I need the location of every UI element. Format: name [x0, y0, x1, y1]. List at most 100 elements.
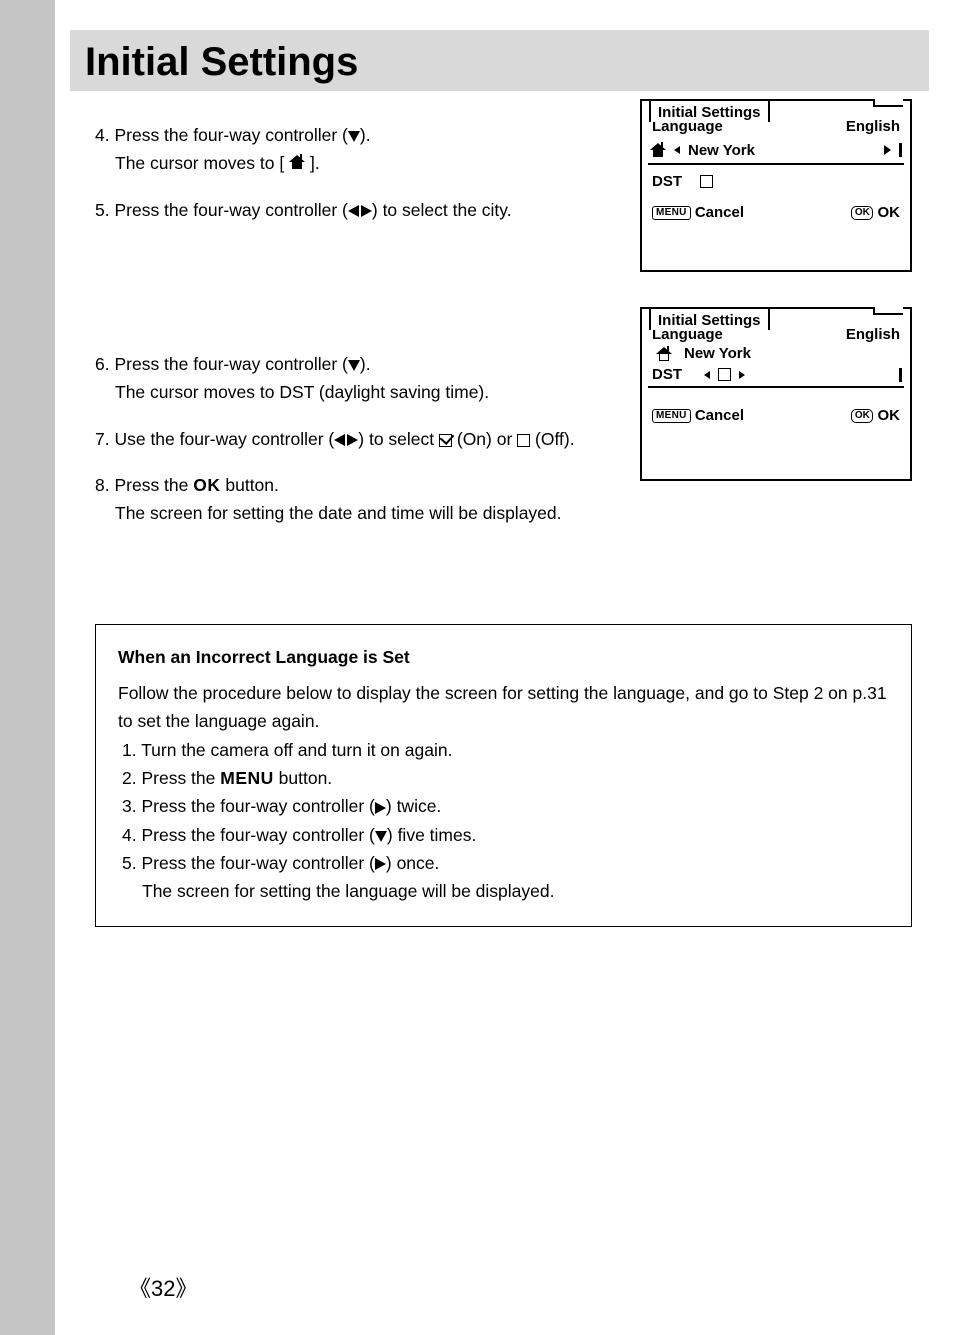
checkbox-off-icon: [718, 368, 731, 381]
note-step-3: 3. Press the four-way controller ( ) twic…: [122, 792, 889, 820]
step-5: 5. Press the four-way controller ( ) to s…: [95, 196, 585, 224]
step-8-detail: The screen for setting the date and time…: [95, 499, 585, 528]
text: 3. Press the four-way controller (: [122, 796, 375, 816]
ok-text: OK: [878, 407, 901, 424]
ok-text: OK: [878, 204, 901, 221]
screen-footer: MENU Cancel OK OK: [642, 402, 910, 430]
title-bar: Initial Settings: [70, 30, 929, 91]
text: ) five times.: [387, 825, 476, 845]
dst-row-selected[interactable]: DST: [648, 366, 904, 388]
text: (On) or: [452, 429, 517, 449]
left-icon: [348, 205, 359, 217]
dst-row: DST: [642, 165, 910, 193]
right-icon: [375, 802, 386, 814]
text: ) to select: [358, 429, 439, 449]
down-icon: [375, 831, 387, 842]
city-value: New York: [684, 345, 751, 362]
note-step-2: 2. Press the MENU button.: [122, 764, 889, 792]
ok-button-label: OK: [193, 475, 220, 495]
left-icon: [674, 146, 680, 154]
cancel-text: Cancel: [695, 407, 744, 424]
checkbox-off-icon: [700, 175, 713, 188]
checkbox-off-icon: [517, 434, 530, 447]
down-icon: [348, 131, 360, 142]
note-step-4: 4. Press the four-way controller ( ) five…: [122, 821, 889, 849]
home-icon: [656, 347, 672, 361]
step-8: 8. Press the OK button. The screen for s…: [95, 471, 585, 528]
lcd-screen-1: Initial Settings Language English New Yo…: [640, 99, 912, 272]
menu-box-icon: MENU: [652, 206, 691, 220]
note-box: When an Incorrect Language is Set Follow…: [95, 624, 912, 927]
ok-hint: OK OK: [851, 407, 900, 424]
cancel-text: Cancel: [695, 204, 744, 221]
dst-label: DST: [652, 173, 682, 190]
cancel-hint: MENU Cancel: [652, 204, 744, 221]
screen-tab: Initial Settings: [649, 99, 770, 122]
text: button.: [274, 768, 332, 788]
city-row-selected[interactable]: New York: [648, 139, 904, 165]
note-step-1: 1. Turn the camera off and turn it on ag…: [122, 736, 889, 764]
text: 2. Press the: [122, 768, 220, 788]
ok-box-icon: OK: [851, 206, 873, 220]
language-value: English: [846, 118, 900, 135]
right-icon: [375, 858, 386, 870]
text: 5. Press the four-way controller (: [95, 200, 348, 220]
step-4-detail: The cursor moves to [ ].: [95, 149, 585, 178]
screen-tab: Initial Settings: [649, 307, 770, 330]
right-icon: [347, 434, 358, 446]
left-icon: [704, 371, 710, 379]
scroll-cap: [899, 143, 902, 157]
scroll-cap: [899, 368, 902, 382]
note-intro: Follow the procedure below to display th…: [118, 679, 889, 736]
content: 4. Press the four-way controller (). The…: [55, 91, 954, 528]
page-number: 《32》: [129, 1271, 198, 1303]
note-title: When an Incorrect Language is Set: [118, 643, 889, 671]
left-icon: [334, 434, 345, 446]
menu-button-label: MENU: [220, 768, 274, 788]
text: The cursor moves to [: [115, 153, 289, 173]
step-6: 6. Press the four-way controller (). The…: [95, 350, 585, 407]
city-value: New York: [688, 142, 876, 159]
note-step-5: 5. Press the four-way controller ( ) once…: [122, 849, 889, 877]
step-6-detail: The cursor moves to DST (daylight saving…: [95, 378, 585, 407]
text: 8. Press the: [95, 475, 193, 495]
text: 5. Press the four-way controller (: [122, 853, 375, 873]
text: (Off).: [530, 429, 574, 449]
tab-notch: [873, 99, 903, 107]
cancel-hint: MENU Cancel: [652, 407, 744, 424]
page-number-value: 32: [151, 1276, 175, 1301]
down-icon: [348, 360, 360, 371]
step-4: 4. Press the four-way controller (). The…: [95, 121, 585, 178]
text: 4. Press the four-way controller (: [95, 125, 348, 145]
right-icon: [739, 371, 745, 379]
home-icon: [650, 143, 666, 157]
text: ].: [305, 153, 320, 173]
right-icon: [884, 145, 891, 155]
page-title: Initial Settings: [85, 40, 914, 85]
text: 7. Use the four-way controller (: [95, 429, 334, 449]
text: ) twice.: [386, 796, 441, 816]
instruction-steps: 4. Press the four-way controller (). The…: [95, 121, 585, 528]
ok-hint: OK OK: [851, 204, 900, 221]
text: ) to select the city.: [372, 200, 512, 220]
right-icon: [361, 205, 372, 217]
screen-footer: MENU Cancel OK OK: [642, 199, 910, 227]
language-value: English: [846, 326, 900, 343]
text: button.: [221, 475, 279, 495]
text: 4. Press the four-way controller (: [122, 825, 375, 845]
note-step-5-detail: The screen for setting the language will…: [122, 877, 889, 905]
lcd-screen-2: Initial Settings Language English New Yo…: [640, 307, 912, 481]
text: ).: [360, 125, 371, 145]
text: ) once.: [386, 853, 440, 873]
checkbox-on-icon: [439, 434, 452, 447]
text: 6. Press the four-way controller (: [95, 354, 348, 374]
tab-notch: [873, 307, 903, 315]
menu-box-icon: MENU: [652, 409, 691, 423]
dst-label: DST: [652, 366, 682, 383]
step-7: 7. Use the four-way controller ( ) to sel…: [95, 425, 585, 453]
note-steps: 1. Turn the camera off and turn it on ag…: [118, 736, 889, 906]
text: ).: [360, 354, 371, 374]
home-icon: [289, 155, 305, 169]
ok-box-icon: OK: [851, 409, 873, 423]
page: Initial Settings 4. Press the four-way c…: [55, 0, 954, 1335]
